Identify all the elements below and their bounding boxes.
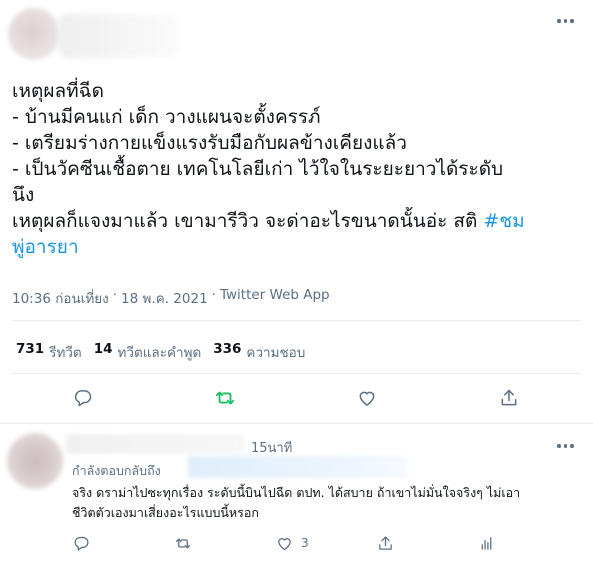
analytics-icon <box>481 536 492 550</box>
like-button[interactable] <box>354 385 380 411</box>
share-button[interactable] <box>377 533 394 553</box>
retweets-label: รีทวีต <box>49 345 82 361</box>
retweet-icon <box>175 538 191 548</box>
reply-time[interactable]: 15นาที <box>251 437 292 458</box>
hashtag-link-continued[interactable]: พู่อารยา <box>12 236 79 258</box>
meta-separator: · <box>112 287 118 303</box>
meta-separator: · <box>211 287 216 303</box>
analytics-button[interactable] <box>478 533 495 553</box>
retweet-button[interactable] <box>212 385 238 411</box>
tweet-actions <box>0 385 593 413</box>
tweet-line: - เตรียมร่างกายแข็งแรงรับมือกับผลข้างเคี… <box>12 132 407 154</box>
likes-stat[interactable]: 336 ความชอบ <box>213 341 305 363</box>
reply-author-name-blurred[interactable] <box>65 434 245 454</box>
quotes-stat[interactable]: 14 ทวีตและคำพูด <box>94 341 202 363</box>
quotes-label: ทวีตและคำพูด <box>117 345 202 361</box>
reply-icon <box>74 536 89 551</box>
reply-button[interactable] <box>73 533 90 553</box>
tweet-time[interactable]: 10:36 ก่อนเที่ยง <box>12 287 109 309</box>
tweet-line: - บ้านมีคนแก่ เด็ก วางแผนจะตั้งครรภ์ <box>12 106 321 128</box>
reply-actions: 3 <box>0 533 593 555</box>
more-icon[interactable] <box>557 443 575 449</box>
tweet-line: เหตุผลก็แจงมาแล้ว เขามารีวิว จะด่าอะไรขน… <box>12 208 587 234</box>
retweet-icon <box>215 391 235 405</box>
share-icon <box>501 389 517 406</box>
tweet-line: - เป็นวัคซีนเชื้อตาย เทคโนโลยีเก่า ไว้ใจ… <box>12 158 504 180</box>
reply-line: จริง ดราม่าไปซะทุกเรื่อง ระดับนี้บินไปฉี… <box>72 485 521 500</box>
divider <box>12 320 581 321</box>
likes-count: 336 <box>213 341 242 357</box>
reply-tweet: 15นาที กำลังตอบกลับถึง จริง ดราม่าไปซะทุ… <box>0 425 593 564</box>
reply-text: จริง ดราม่าไปซะทุกเรื่อง ระดับนี้บินไปฉี… <box>72 483 582 523</box>
avatar[interactable] <box>7 433 63 489</box>
tweet-line: เหตุผลที่ฉีด <box>12 80 104 102</box>
likes-label: ความชอบ <box>246 345 306 361</box>
like-button[interactable]: 3 <box>276 533 309 553</box>
retweet-button[interactable] <box>174 533 192 553</box>
tweet-line-text: เหตุผลก็แจงมาแล้ว เขามารีวิว จะด่าอะไรขน… <box>12 210 484 232</box>
quotes-count: 14 <box>93 341 113 357</box>
tweet-stats: 731 รีทวีต 14 ทวีตและคำพูด 336 ความชอบ <box>16 341 305 363</box>
tweet-meta: 10:36 ก่อนเที่ยง · 18 พ.ค. 2021 · Twitte… <box>12 287 330 309</box>
tweet-source[interactable]: Twitter Web App <box>220 287 330 309</box>
like-icon <box>278 537 291 550</box>
like-count: 3 <box>301 536 309 550</box>
divider <box>12 373 581 374</box>
share-button[interactable] <box>496 385 522 411</box>
avatar[interactable] <box>8 8 60 60</box>
reply-line: ชีวิตตัวเองมาเสี่ยงอะไรแบบนี้หรอก <box>72 505 259 520</box>
replying-to-label: กำลังตอบกลับถึง <box>72 463 161 478</box>
tweet-line: พู่อารยา <box>12 234 587 260</box>
main-tweet: เหตุผลที่ฉีด - บ้านมีคนแก่ เด็ก วางแผนจะ… <box>0 0 593 424</box>
share-icon <box>379 535 392 550</box>
tweet-date[interactable]: 18 พ.ค. 2021 <box>121 287 208 309</box>
retweets-stat[interactable]: 731 รีทวีต <box>16 341 82 363</box>
reply-button[interactable] <box>70 385 96 411</box>
like-icon <box>359 391 375 406</box>
replying-to-handle-blurred[interactable] <box>188 456 408 478</box>
retweets-count: 731 <box>16 341 45 357</box>
tweet-text: เหตุผลที่ฉีด - บ้านมีคนแก่ เด็ก วางแผนจะ… <box>12 78 587 260</box>
more-icon[interactable] <box>557 16 575 26</box>
author-name-blurred[interactable] <box>58 14 180 58</box>
hashtag-link[interactable]: #ชม <box>483 210 524 232</box>
tweet-line: นึง <box>12 184 35 206</box>
reply-icon <box>74 390 92 407</box>
